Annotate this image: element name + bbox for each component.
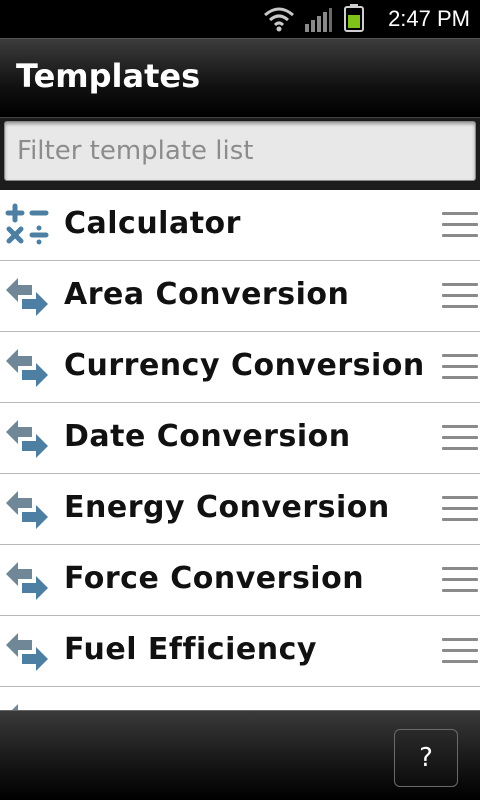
list-item-label: Fuel Efficiency [64, 632, 317, 667]
list-item[interactable]: Date Conversion [0, 403, 480, 474]
conversion-arrows-icon [6, 278, 48, 316]
list-item[interactable]: Calculator [0, 190, 480, 261]
drag-handle-icon[interactable] [442, 567, 478, 595]
conversion-arrows-icon [6, 633, 48, 671]
conversion-arrows-icon [6, 491, 48, 529]
title-bar: Templates [0, 38, 480, 118]
battery-icon [344, 4, 364, 32]
list-item-label: Date Conversion [64, 419, 351, 454]
list-item-label: Calculator [64, 206, 241, 241]
list-item-label: Area Conversion [64, 277, 350, 312]
wifi-icon [264, 7, 294, 32]
drag-handle-icon[interactable] [442, 425, 478, 453]
signal-icon [305, 8, 332, 32]
conversion-arrows-icon [12, 704, 18, 710]
drag-handle-icon[interactable] [442, 354, 478, 382]
list-item[interactable]: Energy Conversion [0, 474, 480, 545]
calculator-icon [5, 203, 49, 245]
filter-input[interactable] [4, 121, 476, 181]
drag-handle-icon[interactable] [442, 496, 478, 524]
clock: 2:47 PM [388, 6, 470, 31]
help-button[interactable]: ? [394, 729, 458, 787]
list-item-label: Force Conversion [64, 561, 365, 596]
list-item[interactable]: Currency Conversion [0, 332, 480, 403]
drag-handle-icon[interactable] [442, 212, 478, 240]
list-item[interactable]: Force Conversion [0, 545, 480, 616]
conversion-arrows-icon [6, 349, 48, 387]
conversion-arrows-icon [6, 562, 48, 600]
drag-handle-icon[interactable] [442, 638, 478, 666]
filter-bar [0, 118, 480, 190]
template-list[interactable]: Calculator Area Conversion Currency Conv… [0, 190, 480, 710]
page-title: Templates [16, 57, 201, 95]
list-item-label: Currency Conversion [64, 348, 425, 383]
list-item-label: Energy Conversion [64, 490, 390, 525]
list-item[interactable]: Fuel Efficiency [0, 616, 480, 687]
bottom-bar: ? [0, 710, 480, 800]
status-bar: 2:47 PM [0, 0, 480, 38]
list-item-partial [0, 687, 480, 710]
list-item[interactable]: Area Conversion [0, 261, 480, 332]
conversion-arrows-icon [6, 420, 48, 458]
drag-handle-icon[interactable] [442, 283, 478, 311]
